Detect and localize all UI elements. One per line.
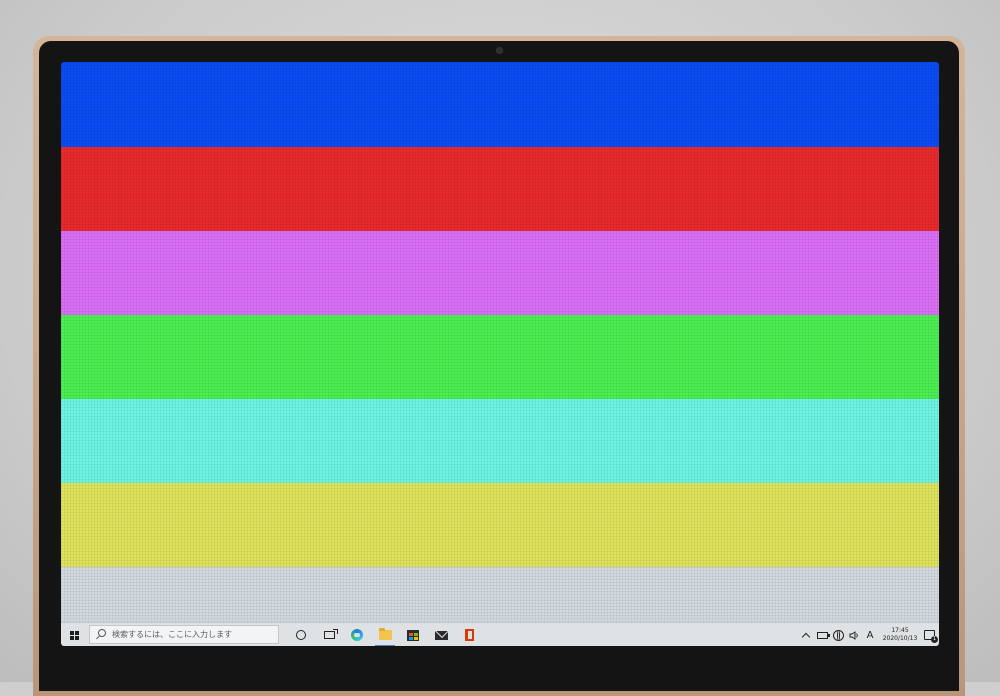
webcam bbox=[496, 47, 503, 54]
ime-mode-indicator[interactable]: A bbox=[862, 625, 878, 645]
clock-button[interactable]: 17:45 2020/10/13 bbox=[880, 627, 920, 643]
red-stripe bbox=[61, 147, 939, 231]
network-button[interactable] bbox=[830, 625, 846, 645]
task-view-button[interactable] bbox=[315, 625, 343, 645]
active-app-indicator bbox=[375, 645, 395, 646]
battery-button[interactable] bbox=[814, 625, 830, 645]
globe-network-icon bbox=[832, 629, 844, 641]
edge-browser-icon bbox=[351, 629, 363, 641]
taskbar: 検索するには、ここに入力します A 17:45 2020/10/13 1 bbox=[61, 622, 939, 646]
action-center-button[interactable]: 1 bbox=[924, 630, 938, 643]
pinned-apps bbox=[287, 625, 483, 646]
battery-icon bbox=[816, 631, 830, 639]
notification-count-badge: 1 bbox=[931, 636, 938, 643]
magenta-stripe bbox=[61, 231, 939, 315]
taskbar-search-box[interactable]: 検索するには、ここに入力します bbox=[89, 625, 279, 644]
cyan-stripe bbox=[61, 399, 939, 483]
folder-icon bbox=[378, 628, 392, 640]
search-icon bbox=[95, 628, 107, 641]
office-icon bbox=[464, 629, 474, 641]
search-placeholder: 検索するには、ここに入力します bbox=[112, 630, 232, 639]
task-view-icon bbox=[323, 629, 338, 639]
office-button[interactable] bbox=[455, 625, 483, 645]
blue-stripe bbox=[61, 62, 939, 147]
gray-stripe bbox=[61, 567, 939, 622]
mail-envelope-icon bbox=[434, 630, 448, 640]
store-button[interactable] bbox=[399, 625, 427, 645]
cortana-button[interactable] bbox=[287, 625, 315, 645]
file-explorer-button[interactable] bbox=[371, 625, 399, 646]
edge-button[interactable] bbox=[343, 625, 371, 645]
mail-button[interactable] bbox=[427, 625, 455, 645]
speaker-icon bbox=[849, 630, 858, 640]
show-hidden-icons-button[interactable] bbox=[798, 625, 814, 645]
system-tray: A 17:45 2020/10/13 1 bbox=[798, 623, 938, 646]
display-screen: 検索するには、ここに入力します A 17:45 2020/10/13 1 bbox=[61, 62, 939, 646]
color-test-pattern bbox=[61, 62, 939, 622]
clock-date: 2020/10/13 bbox=[882, 635, 918, 642]
windows-logo-icon bbox=[69, 630, 79, 640]
chevron-up-icon bbox=[801, 632, 811, 641]
green-stripe bbox=[61, 315, 939, 399]
circle-icon bbox=[296, 630, 306, 640]
volume-button[interactable] bbox=[846, 625, 862, 645]
yellow-stripe bbox=[61, 483, 939, 567]
store-bag-icon bbox=[407, 629, 419, 641]
clock-time: 17:45 bbox=[891, 627, 909, 634]
start-button[interactable] bbox=[65, 626, 83, 644]
